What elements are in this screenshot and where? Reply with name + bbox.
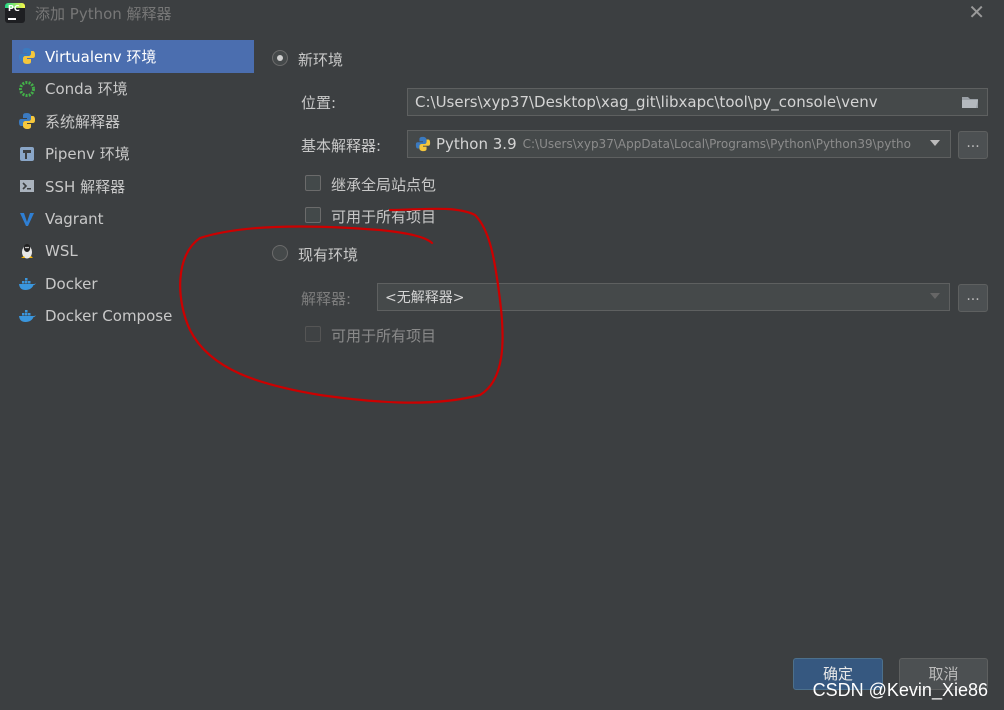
watermark: CSDN @Kevin_Xie86 bbox=[812, 680, 988, 700]
red-annotation-circle bbox=[179, 207, 504, 404]
